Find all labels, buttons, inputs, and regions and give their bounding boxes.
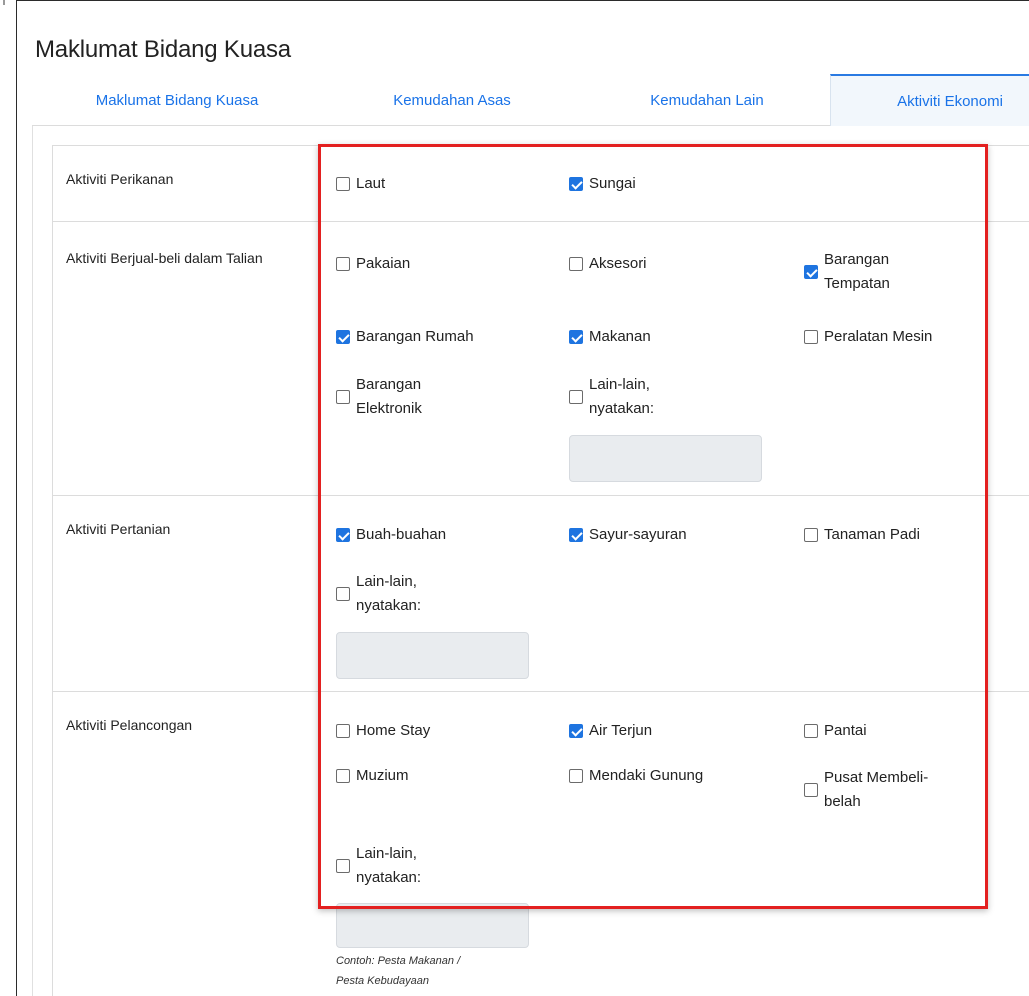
option-peralatan-mesin[interactable]: Peralatan Mesin [804,325,932,349]
option-label: Muzium [356,767,409,784]
hint-text: Contoh: Pesta Makanan / Pesta Kebudayaan [336,955,461,987]
option-pakaian[interactable]: Pakaian [336,252,410,276]
option-label: Peralatan Mesin [824,328,933,345]
page-title: Maklumat Bidang Kuasa [35,36,291,63]
option-buah-buahan[interactable]: Buah-buahan [336,523,446,547]
option-label: Tanaman Padi [824,526,920,543]
option-label: Barangan Rumah [356,328,474,345]
lain-lain-input[interactable] [569,435,762,482]
option-aksesori[interactable]: Aksesori [569,252,647,276]
option-barangan-tempatan[interactable]: Barangan Tempatan [804,248,890,296]
checkbox[interactable] [569,177,583,191]
option-label: Lain-lain, nyatakan: [356,845,422,886]
checkbox[interactable] [804,265,818,279]
section-label-pertanian: Aktiviti Pertanian [66,521,171,537]
checkbox[interactable] [336,724,350,738]
checkbox[interactable] [569,330,583,344]
option-label: Air Terjun [589,722,653,739]
checkbox[interactable] [569,724,583,738]
option-label: Sungai [589,175,636,192]
checkbox[interactable] [336,859,350,873]
option-sayur-sayuran[interactable]: Sayur-sayuran [569,523,687,547]
option-label: Barangan Tempatan [824,251,890,292]
corner-mark [3,0,5,5]
checkbox[interactable] [336,528,350,542]
option-label: Laut [356,175,386,192]
tab-aktiviti-ekonomi[interactable]: Aktiviti Ekonomi [830,74,1029,126]
checkbox[interactable] [569,257,583,271]
checkbox[interactable] [336,330,350,344]
lain-lain-input[interactable] [336,632,529,679]
option-barangan-elektronik[interactable]: Barangan Elektronik [336,373,422,421]
checkbox[interactable] [336,257,350,271]
option-label: Sayur-sayuran [589,526,687,543]
option-home-stay[interactable]: Home Stay [336,719,430,743]
section-label-jualbeli: Aktiviti Berjual-beli dalam Talian [66,250,263,266]
lain-lain-input[interactable] [336,903,529,948]
option-label: Pakaian [356,255,411,272]
option-label: Pantai [824,722,867,739]
option-lain-lain[interactable]: Lain-lain, nyatakan: [336,842,421,890]
option-lain-lain[interactable]: Lain-lain, nyatakan: [336,570,421,618]
row-divider [52,495,1029,496]
checkbox[interactable] [804,783,818,797]
section-label-pelancongan: Aktiviti Pelancongan [66,717,193,733]
tab-kemudahan-asas[interactable]: Kemudahan Asas [322,74,582,126]
option-label: Makanan [589,328,651,345]
option-laut[interactable]: Laut [336,172,385,196]
checkbox[interactable] [336,390,350,404]
option-sungai[interactable]: Sungai [569,172,636,196]
checkbox[interactable] [804,330,818,344]
checkbox[interactable] [336,177,350,191]
tab-bar: Maklumat Bidang Kuasa Kemudahan Asas Kem… [32,74,1029,126]
tab-maklumat-bidang-kuasa[interactable]: Maklumat Bidang Kuasa [32,74,322,126]
option-lain-lain[interactable]: Lain-lain, nyatakan: [569,373,654,421]
checkbox[interactable] [569,528,583,542]
option-label: Buah-buahan [356,526,447,543]
option-pantai[interactable]: Pantai [804,719,867,743]
option-label: Lain-lain, nyatakan: [356,573,422,614]
checkbox[interactable] [569,769,583,783]
option-label: Pusat Membeli- belah [824,769,929,810]
checkbox[interactable] [804,724,818,738]
option-label: Mendaki Gunung [589,767,704,784]
option-tanaman-padi[interactable]: Tanaman Padi [804,523,920,547]
row-divider [52,221,1029,222]
checkbox[interactable] [336,587,350,601]
checkbox[interactable] [336,769,350,783]
option-label: Barangan Elektronik [356,376,422,417]
option-makanan[interactable]: Makanan [569,325,651,349]
option-air-terjun[interactable]: Air Terjun [569,719,652,743]
checkbox[interactable] [569,390,583,404]
option-barangan-rumah[interactable]: Barangan Rumah [336,325,474,349]
option-muzium[interactable]: Muzium [336,764,409,788]
section-label-perikanan: Aktiviti Perikanan [66,171,174,187]
option-label: Aksesori [589,255,647,272]
option-pusat-membeli-belah[interactable]: Pusat Membeli- belah [804,766,928,814]
row-divider [52,691,1029,692]
option-mendaki-gunung[interactable]: Mendaki Gunung [569,764,703,788]
checkbox[interactable] [804,528,818,542]
option-label: Lain-lain, nyatakan: [589,376,655,417]
tab-kemudahan-lain[interactable]: Kemudahan Lain [582,74,832,126]
option-label: Home Stay [356,722,431,739]
